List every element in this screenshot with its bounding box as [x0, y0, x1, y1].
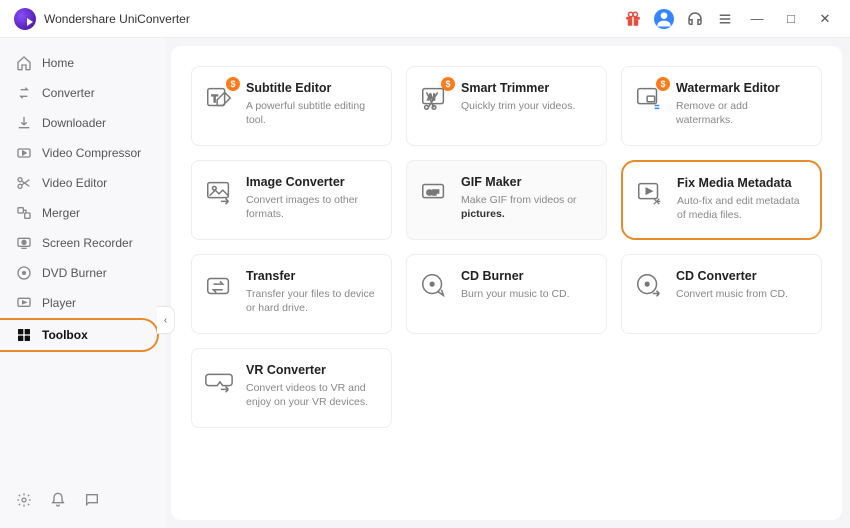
sidebar-bottom — [0, 482, 165, 518]
card-title: Fix Media Metadata — [677, 176, 806, 190]
app-logo-icon — [14, 8, 36, 30]
card-desc: Convert music from CD. — [676, 287, 788, 301]
card-desc: Convert images to other formats. — [246, 193, 377, 221]
gif-maker-icon: GIF — [419, 177, 449, 207]
cd-converter-icon — [634, 271, 664, 301]
card-title: Smart Trimmer — [461, 81, 575, 95]
sidebar-item-home[interactable]: Home — [0, 48, 165, 78]
close-button[interactable]: ✕ — [814, 11, 836, 27]
compressor-icon — [16, 145, 32, 161]
card-title: Subtitle Editor — [246, 81, 377, 95]
sidebar-item-compressor[interactable]: Video Compressor — [0, 138, 165, 168]
image-converter-icon — [204, 177, 234, 207]
feedback-icon[interactable] — [84, 492, 100, 508]
card-title: GIF Maker — [461, 175, 592, 189]
app-body: Home Converter Downloader Video Compress… — [0, 38, 850, 528]
sidebar-item-editor[interactable]: Video Editor — [0, 168, 165, 198]
card-desc: Burn your music to CD. — [461, 287, 570, 301]
sidebar-item-label: Video Editor — [42, 176, 107, 190]
card-desc: Quickly trim your videos. — [461, 99, 575, 113]
card-cd-burner[interactable]: CD Burner Burn your music to CD. — [406, 254, 607, 334]
scissors-icon — [16, 175, 32, 191]
vr-icon — [204, 365, 234, 395]
card-desc: Make GIF from videos or pictures. — [461, 193, 592, 221]
sidebar: Home Converter Downloader Video Compress… — [0, 38, 165, 528]
price-badge: $ — [226, 77, 240, 91]
card-desc: Transfer your files to device or hard dr… — [246, 287, 377, 315]
card-desc: A powerful subtitle editing tool. — [246, 99, 377, 127]
sidebar-item-label: Downloader — [42, 116, 106, 130]
card-transfer[interactable]: Transfer Transfer your files to device o… — [191, 254, 392, 334]
card-title: Watermark Editor — [676, 81, 807, 95]
sidebar-item-label: DVD Burner — [42, 266, 107, 280]
converter-icon — [16, 85, 32, 101]
card-desc: Remove or add watermarks. — [676, 99, 807, 127]
minimize-button[interactable]: — — [746, 11, 768, 26]
sidebar-item-recorder[interactable]: Screen Recorder — [0, 228, 165, 258]
card-fix-metadata[interactable]: Fix Media Metadata Auto-fix and edit met… — [621, 160, 822, 240]
dvd-icon — [16, 265, 32, 281]
titlebar-left: Wondershare UniConverter — [14, 8, 190, 30]
sidebar-item-label: Home — [42, 56, 74, 70]
transfer-icon — [204, 271, 234, 301]
cd-burner-icon — [419, 271, 449, 301]
sidebar-item-merger[interactable]: Merger — [0, 198, 165, 228]
sidebar-item-label: Converter — [42, 86, 95, 100]
toolbox-icon — [16, 327, 32, 343]
card-subtitle-editor[interactable]: T $ Subtitle Editor A powerful subtitle … — [191, 66, 392, 146]
watermark-icon: $ — [634, 83, 664, 113]
card-vr-converter[interactable]: VR Converter Convert videos to VR and en… — [191, 348, 392, 428]
metadata-icon — [635, 178, 665, 208]
card-title: VR Converter — [246, 363, 377, 377]
account-avatar-icon[interactable] — [654, 9, 674, 29]
card-smart-trimmer[interactable]: AI $ Smart Trimmer Quickly trim your vid… — [406, 66, 607, 146]
card-title: Transfer — [246, 269, 377, 283]
sidebar-item-dvd[interactable]: DVD Burner — [0, 258, 165, 288]
sidebar-item-label: Video Compressor — [42, 146, 141, 160]
sidebar-nav: Home Converter Downloader Video Compress… — [0, 48, 165, 482]
sidebar-item-label: Toolbox — [42, 328, 88, 342]
sidebar-item-label: Screen Recorder — [42, 236, 133, 250]
settings-icon[interactable] — [16, 492, 32, 508]
download-icon — [16, 115, 32, 131]
card-title: CD Converter — [676, 269, 788, 283]
sidebar-item-label: Player — [42, 296, 76, 310]
main-content: T $ Subtitle Editor A powerful subtitle … — [171, 46, 842, 520]
sidebar-item-downloader[interactable]: Downloader — [0, 108, 165, 138]
sidebar-item-toolbox[interactable]: Toolbox — [0, 318, 159, 352]
player-icon — [16, 295, 32, 311]
smart-trimmer-icon: AI $ — [419, 83, 449, 113]
titlebar: Wondershare UniConverter — □ ✕ — [0, 0, 850, 38]
card-cd-converter[interactable]: CD Converter Convert music from CD. — [621, 254, 822, 334]
card-title: Image Converter — [246, 175, 377, 189]
card-desc: Convert videos to VR and enjoy on your V… — [246, 381, 377, 409]
svg-text:GIF: GIF — [427, 188, 440, 197]
support-icon[interactable] — [686, 10, 704, 28]
card-watermark-editor[interactable]: $ Watermark Editor Remove or add waterma… — [621, 66, 822, 146]
sidebar-item-converter[interactable]: Converter — [0, 78, 165, 108]
sidebar-item-player[interactable]: Player — [0, 288, 165, 318]
price-badge: $ — [441, 77, 455, 91]
tool-grid: T $ Subtitle Editor A powerful subtitle … — [191, 66, 822, 428]
card-gif-maker[interactable]: GIF GIF Maker Make GIF from videos or pi… — [406, 160, 607, 240]
sidebar-item-label: Merger — [42, 206, 80, 220]
sidebar-collapse-button[interactable]: ‹ — [157, 306, 175, 334]
notifications-icon[interactable] — [50, 492, 66, 508]
card-title: CD Burner — [461, 269, 570, 283]
titlebar-right: — □ ✕ — [624, 9, 836, 29]
card-image-converter[interactable]: Image Converter Convert images to other … — [191, 160, 392, 240]
gift-icon[interactable] — [624, 10, 642, 28]
recorder-icon — [16, 235, 32, 251]
app-window: Wondershare UniConverter — □ ✕ — [0, 0, 850, 528]
merger-icon — [16, 205, 32, 221]
price-badge: $ — [656, 77, 670, 91]
home-icon — [16, 55, 32, 71]
maximize-button[interactable]: □ — [780, 11, 802, 26]
app-title: Wondershare UniConverter — [44, 12, 190, 26]
subtitle-editor-icon: T $ — [204, 83, 234, 113]
card-desc: Auto-fix and edit metadata of media file… — [677, 194, 806, 222]
menu-icon[interactable] — [716, 10, 734, 28]
